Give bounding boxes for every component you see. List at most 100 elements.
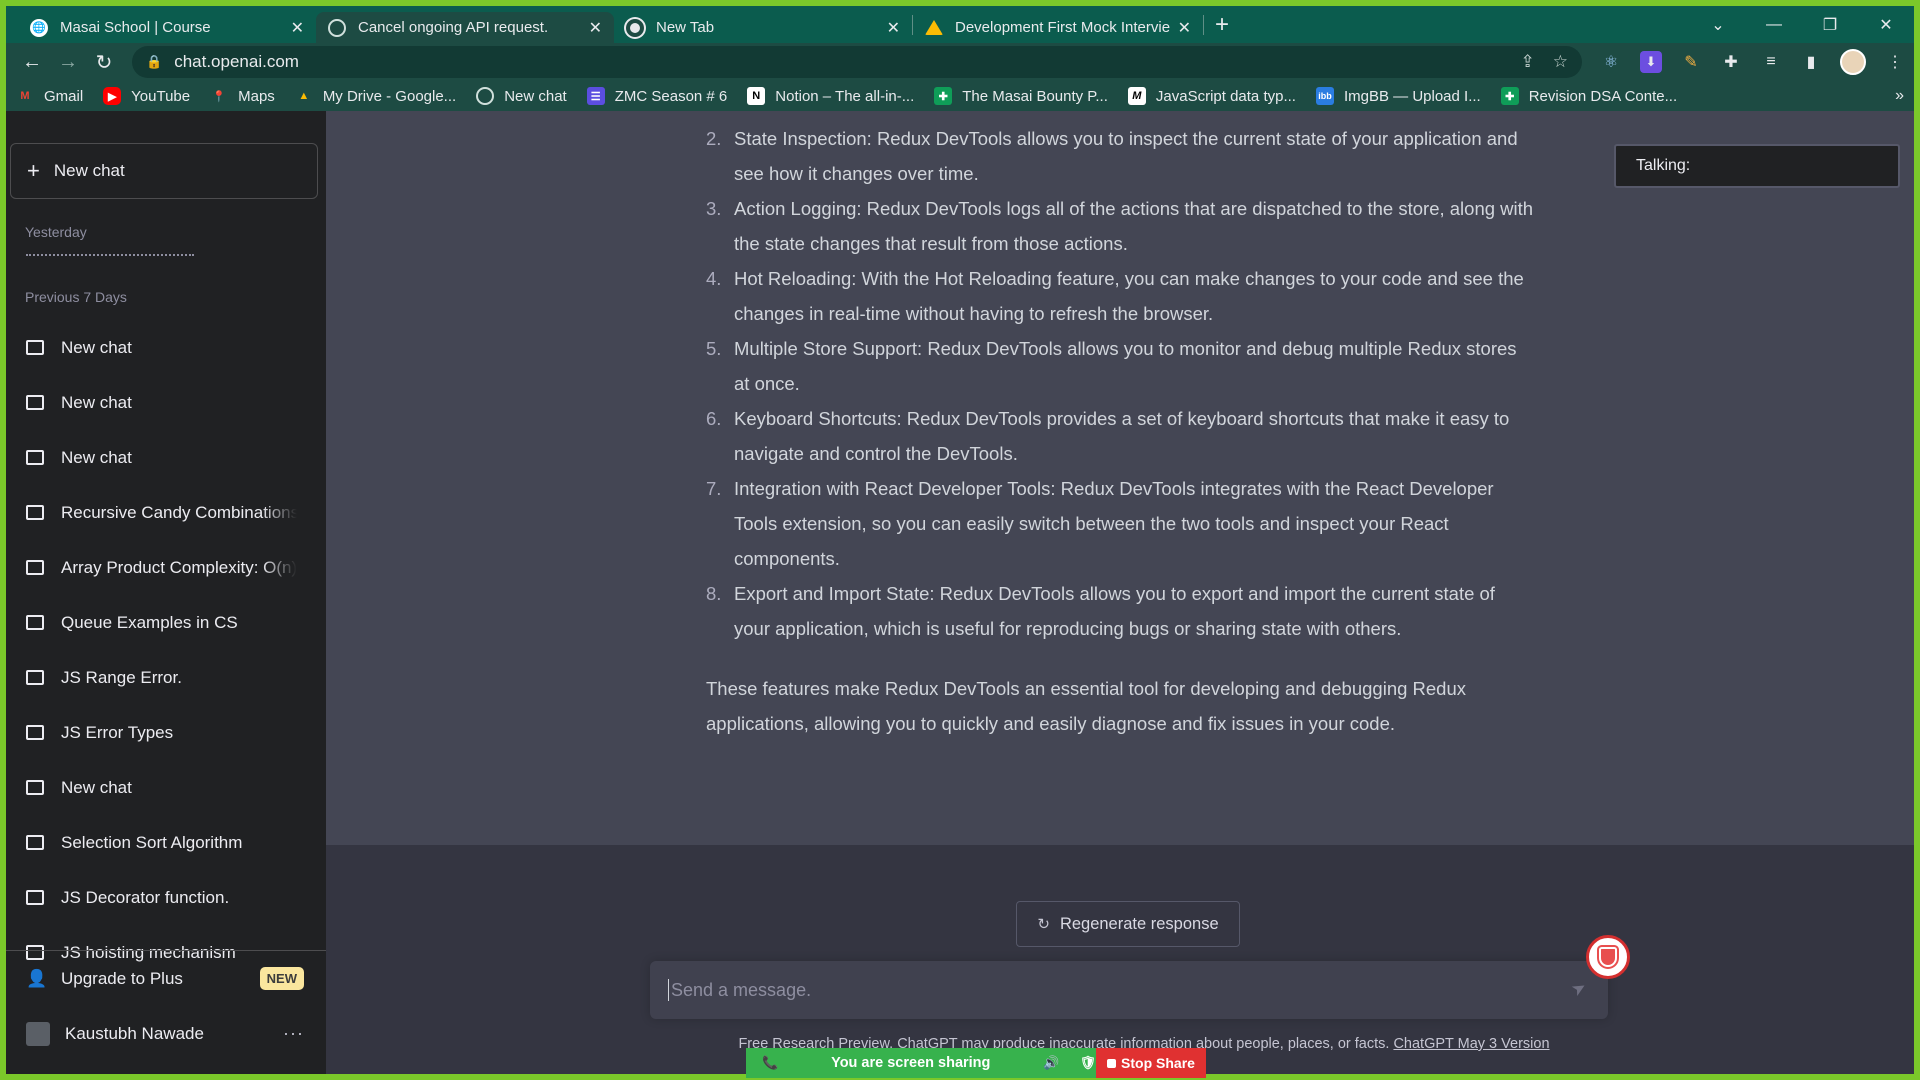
tab-masai[interactable]: 🌐 Masai School | Course ✕: [18, 12, 316, 43]
tab-chatgpt[interactable]: Cancel ongoing API request. ✕: [316, 12, 614, 43]
chat-history-item[interactable]: Queue Examples in CS: [6, 595, 326, 650]
shield-extension-icon[interactable]: [1586, 935, 1630, 979]
chat-sidebar: + New chat Yesterday Previous 7 Days New…: [6, 111, 326, 1074]
refresh-icon: ↻: [1037, 916, 1050, 933]
globe-icon: 🌐: [30, 18, 48, 37]
bookmark-js-data-types[interactable]: M JavaScript data typ...: [1127, 87, 1296, 105]
more-options-icon[interactable]: ···: [283, 1023, 304, 1044]
chat-bubble-icon: [26, 395, 44, 410]
chat-history-item[interactable]: JS Range Error.: [6, 650, 326, 705]
bookmark-revision-dsa[interactable]: ✚ Revision DSA Conte...: [1500, 87, 1677, 105]
speaker-icon[interactable]: 🔊: [1043, 1055, 1059, 1071]
list-number: 7.: [706, 478, 722, 499]
list-item: 3. Action Logging: Redux DevTools logs al…: [706, 191, 1536, 261]
tab-mock-interview[interactable]: Development First Mock Intervie ✕: [913, 12, 1203, 43]
list-item: 5. Multiple Store Support: Redux DevTools…: [706, 331, 1536, 401]
bookmark-new-chat[interactable]: New chat: [476, 87, 567, 105]
chat-history-item[interactable]: New chat: [6, 320, 326, 375]
chat-history-item[interactable]: New chat: [6, 760, 326, 815]
tab-title: New Tab: [656, 19, 715, 36]
chat-history-item[interactable]: New chat: [6, 375, 326, 430]
close-icon[interactable]: ✕: [589, 18, 602, 38]
stop-share-label: Stop Share: [1121, 1055, 1195, 1071]
chat-history-item[interactable]: Selection Sort Algorithm: [6, 815, 326, 870]
shield-check-icon: 🛡: [1079, 1055, 1096, 1070]
feature-list: 2. State Inspection: Redux DevTools allow…: [706, 121, 1536, 646]
close-icon[interactable]: ✕: [291, 18, 304, 38]
list-number: 2.: [706, 128, 722, 149]
regenerate-response-button[interactable]: ↻ Regenerate response: [1016, 901, 1240, 947]
bookmark-gmail[interactable]: M Gmail: [16, 87, 83, 105]
bookmarks-bar: M Gmail ▶ YouTube 📍 Maps ▲ My Drive - Google…: [6, 81, 1914, 111]
drive-icon: ▲: [298, 90, 310, 102]
regenerate-label: Regenerate response: [1059, 914, 1219, 933]
maps-icon: 📍: [212, 90, 226, 103]
address-bar[interactable]: 🔒 chat.openai.com ⇪ ☆: [132, 46, 1582, 78]
chat-history-item[interactable]: JS Decorator function.: [6, 870, 326, 925]
list-number: 3.: [706, 198, 722, 219]
restore-icon[interactable]: ❐: [1802, 15, 1858, 35]
back-icon[interactable]: ←: [14, 51, 50, 74]
menu-kebab-icon[interactable]: ⋮: [1884, 51, 1906, 73]
chat-history-item[interactable]: JS Error Types: [6, 705, 326, 760]
close-icon[interactable]: ✕: [887, 18, 900, 38]
reload-icon[interactable]: ↻: [86, 50, 122, 75]
bookmark-masai-bounty[interactable]: ✚ The Masai Bounty P...: [934, 87, 1108, 105]
share-icon[interactable]: ⇪: [1521, 52, 1535, 72]
new-tab-icon[interactable]: +: [1204, 11, 1240, 39]
version-link[interactable]: ChatGPT May 3 Version: [1393, 1036, 1549, 1052]
sheets-icon: ✚: [934, 87, 953, 105]
account-menu-button[interactable]: Kaustubh Nawade ···: [6, 1006, 326, 1061]
tab-search-icon[interactable]: ⌄: [1690, 15, 1746, 35]
bookmark-zmc[interactable]: ☰ ZMC Season # 6: [586, 87, 727, 105]
chat-bubble-icon: [26, 835, 44, 850]
react-devtools-icon[interactable]: ⚛: [1600, 51, 1622, 73]
message-input[interactable]: Send a message. ➤: [650, 961, 1608, 1019]
profile-avatar[interactable]: [1840, 49, 1866, 75]
bookmark-label: YouTube: [131, 87, 191, 105]
lock-icon[interactable]: 🔒: [146, 54, 162, 70]
bookmark-imgbb[interactable]: ibb ImgBB — Upload I...: [1315, 87, 1481, 105]
bookmark-label: JavaScript data typ...: [1155, 87, 1296, 105]
browser-window: 🌐 Masai School | Course ✕ Cancel ongoing…: [6, 6, 1914, 1074]
chat-history-item[interactable]: Recursive Candy Combinations: [6, 485, 326, 540]
bookmark-youtube[interactable]: ▶ YouTube: [103, 87, 190, 105]
group-label-yesterday: Yesterday: [25, 224, 87, 240]
avatar: [26, 1021, 50, 1046]
tab-title: Masai School | Course: [60, 19, 211, 36]
list-number: 5.: [706, 338, 722, 359]
chat-main: 2. State Inspection: Redux DevTools allow…: [326, 111, 1914, 1074]
bookmark-label: The Masai Bounty P...: [962, 87, 1108, 105]
bookmarks-overflow-icon[interactable]: »: [1895, 87, 1904, 105]
download-icon[interactable]: ⬇: [1640, 51, 1662, 73]
openai-icon: [328, 18, 346, 37]
close-window-icon[interactable]: ✕: [1858, 15, 1914, 35]
list-number: 6.: [706, 408, 722, 429]
upgrade-to-plus-button[interactable]: 👤 Upgrade to Plus NEW: [6, 951, 326, 1006]
media-control-icon[interactable]: ≡: [1760, 51, 1782, 73]
pen-icon[interactable]: ✎: [1680, 51, 1702, 73]
list-text: Hot Reloading: With the Hot Reloading fe…: [734, 268, 1524, 324]
list-text: Export and Import State: Redux DevTools …: [734, 583, 1495, 639]
bookmark-drive[interactable]: ▲ My Drive - Google...: [295, 87, 456, 105]
forward-icon[interactable]: →: [50, 51, 86, 74]
side-panel-icon[interactable]: ▮: [1800, 51, 1822, 73]
shield-icon: [1599, 947, 1617, 967]
send-icon[interactable]: ➤: [1568, 977, 1590, 1001]
chat-title: Recursive Candy Combinations: [61, 502, 297, 522]
new-chat-button[interactable]: + New chat: [10, 143, 318, 199]
tab-new[interactable]: New Tab ✕: [614, 12, 912, 43]
chat-history-item[interactable]: Array Product Complexity: O(n): [6, 540, 326, 595]
bookmark-maps[interactable]: 📍 Maps: [210, 87, 275, 105]
bookmark-star-icon[interactable]: ☆: [1553, 52, 1568, 72]
chat-history-item[interactable]: New chat: [6, 430, 326, 485]
chat-title: New chat: [61, 392, 132, 412]
extensions-puzzle-icon[interactable]: ✚: [1720, 51, 1742, 73]
list-number: 4.: [706, 268, 722, 289]
stop-share-button[interactable]: Stop Share: [1096, 1048, 1206, 1078]
notion-icon: N: [747, 87, 766, 105]
bookmark-notion[interactable]: N Notion – The all-in-...: [747, 87, 914, 105]
talking-overlay: Talking:: [1614, 144, 1900, 188]
close-icon[interactable]: ✕: [1178, 18, 1191, 38]
minimize-icon[interactable]: —: [1746, 16, 1802, 34]
